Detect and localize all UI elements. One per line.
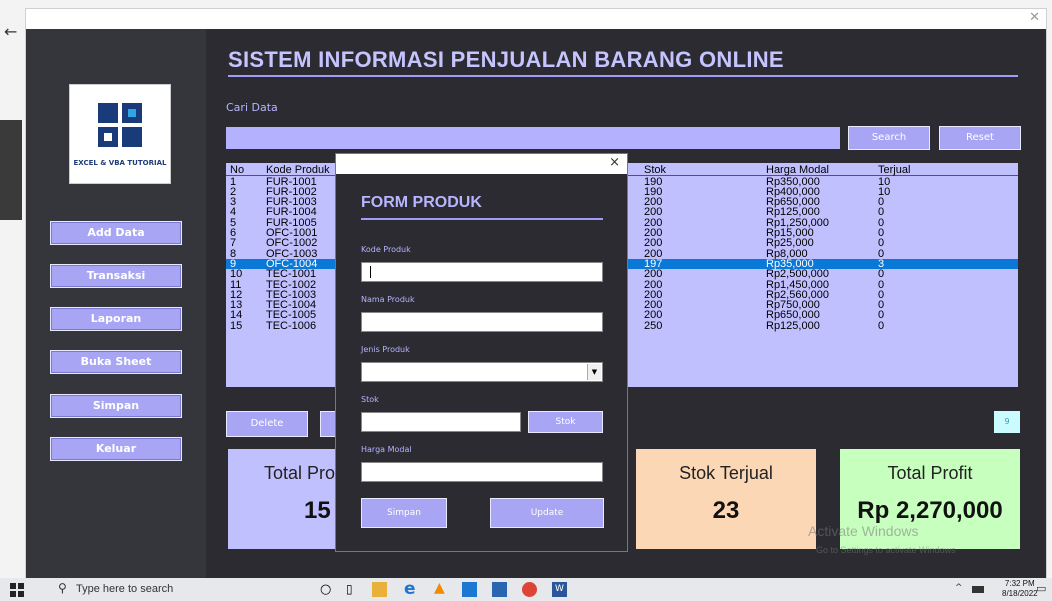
text-caret: [370, 266, 371, 278]
buka-sheet-button[interactable]: Buka Sheet: [50, 350, 182, 374]
jenis-produk-label: Jenis Produk: [361, 345, 410, 354]
keluar-button[interactable]: Keluar: [50, 437, 182, 461]
update-button[interactable]: Update: [490, 498, 604, 528]
stok-terjual-card: Stok Terjual 23: [636, 449, 816, 549]
edge-icon[interactable]: e: [404, 579, 419, 599]
reset-button[interactable]: Reset: [939, 126, 1021, 150]
activate-windows-subtext: Go to Settings to activate Windows: [816, 545, 956, 555]
file-explorer-icon[interactable]: [372, 582, 387, 597]
clock-time: 7:32 PM: [1004, 579, 1035, 588]
search-input[interactable]: [226, 127, 840, 149]
delete-button[interactable]: Delete: [226, 411, 308, 437]
page-title: SISTEM INFORMASI PENJUALAN BARANG ONLINE: [228, 47, 784, 72]
nama-produk-label: Nama Produk: [361, 295, 415, 304]
logo-text: EXCEL & VBA TUTORIAL: [73, 159, 167, 167]
store-icon[interactable]: [492, 582, 507, 597]
cell-kode: TEC-1006: [266, 319, 317, 332]
stok-terjual-value: 23: [712, 497, 740, 524]
column-header: Harga Modal: [766, 164, 829, 176]
heading-divider: [361, 218, 603, 220]
search-label: Cari Data: [226, 101, 278, 114]
close-icon[interactable]: ×: [609, 155, 620, 170]
jenis-produk-dropdown[interactable]: ▼: [361, 362, 603, 382]
search-icon: ⚲: [58, 581, 67, 595]
stok-input[interactable]: [361, 412, 521, 432]
cell-stok: 200: [644, 268, 663, 281]
close-icon[interactable]: ✕: [1029, 10, 1040, 25]
cell-terjual: 0: [878, 268, 885, 281]
harga-modal-label: Harga Modal: [361, 445, 412, 454]
sidebar: EXCEL & VBA TUTORIAL Add Data Transaksi …: [26, 29, 206, 579]
taskbar-search-placeholder: Type here to search: [76, 583, 174, 595]
simpan-button[interactable]: Simpan: [361, 498, 447, 528]
cortana-icon[interactable]: ○: [320, 582, 335, 597]
task-view-icon[interactable]: ▯: [346, 582, 361, 597]
search-button[interactable]: Search: [848, 126, 930, 150]
taskbar-search[interactable]: ⚲ Type here to search: [50, 578, 300, 601]
stok-terjual-label: Stok Terjual: [679, 463, 773, 483]
notifications-icon[interactable]: ▭: [1036, 582, 1046, 595]
cell-no: 10: [230, 268, 243, 281]
harga-modal-input[interactable]: [361, 462, 603, 482]
excel-sidebar-strip: [0, 120, 22, 220]
cell-terjual: 0: [878, 319, 885, 332]
add-data-button[interactable]: Add Data: [50, 221, 182, 245]
activate-windows-watermark: Activate Windows: [808, 523, 919, 539]
cell-no: 15: [230, 319, 243, 332]
cell-harga: Rp125,000: [766, 319, 820, 332]
battery-icon[interactable]: [972, 586, 984, 593]
simpan-sidebar-button[interactable]: Simpan: [50, 394, 182, 418]
chevron-down-icon[interactable]: ▼: [587, 364, 601, 380]
total-profit-label: Total Profit: [887, 463, 973, 483]
chrome-icon[interactable]: [522, 582, 537, 597]
nama-produk-input[interactable]: [361, 312, 603, 332]
cell-harga: Rp2,500,000: [766, 268, 829, 281]
back-arrow-icon[interactable]: ←: [4, 22, 17, 41]
cell-kode: TEC-1001: [266, 268, 317, 281]
word-icon[interactable]: W: [552, 582, 567, 597]
column-header: No: [230, 164, 245, 176]
cell-stok: 250: [644, 319, 663, 332]
title-divider: [228, 75, 1018, 77]
dialog-heading: FORM PRODUK: [361, 194, 482, 211]
form-produk-dialog: × FORM PRODUK Kode Produk Nama Produk Je…: [335, 153, 628, 552]
stok-label: Stok: [361, 395, 379, 404]
selected-count-box[interactable]: 9: [994, 411, 1020, 433]
kode-produk-input[interactable]: [361, 262, 603, 282]
dialog-titlebar: ×: [336, 154, 627, 174]
windows-start-icon[interactable]: [10, 583, 24, 597]
column-header: Terjual: [878, 164, 911, 176]
logo: EXCEL & VBA TUTORIAL: [69, 84, 171, 184]
logo-mark-icon: [98, 103, 142, 147]
stok-button[interactable]: Stok: [528, 411, 603, 433]
column-header: Kode Produk: [266, 164, 330, 176]
total-profit-value: Rp 2,270,000: [857, 497, 1003, 524]
kode-produk-label: Kode Produk: [361, 245, 411, 254]
taskbar-clock[interactable]: 7:32 PM 8/18/2022: [1002, 579, 1038, 599]
mail-icon[interactable]: [462, 582, 477, 597]
userform-titlebar: ✕: [26, 9, 1046, 29]
transaksi-button[interactable]: Transaksi: [50, 264, 182, 288]
clock-date: 8/18/2022: [1002, 589, 1038, 598]
chevron-up-icon[interactable]: ^: [955, 583, 963, 593]
vlc-icon[interactable]: ▲: [434, 580, 449, 596]
windows-taskbar: ⚲ Type here to search ○ ▯ e ▲ W ^ 7:32 P…: [0, 578, 1052, 601]
laporan-button[interactable]: Laporan: [50, 307, 182, 331]
column-header: Stok: [644, 164, 667, 176]
